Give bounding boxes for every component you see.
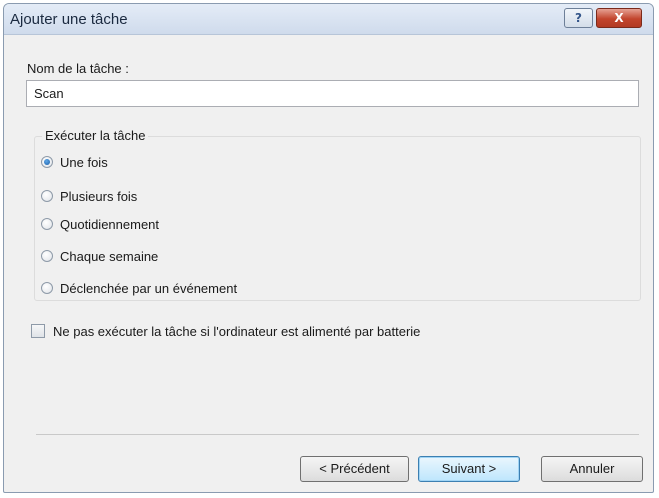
- battery-option[interactable]: Ne pas exécuter la tâche si l'ordinateur…: [31, 322, 420, 340]
- radio-button[interactable]: [41, 190, 53, 202]
- radio-weekly[interactable]: Chaque semaine: [41, 247, 158, 265]
- radio-label: Plusieurs fois: [60, 188, 138, 204]
- radio-once[interactable]: Une fois: [41, 153, 108, 171]
- radio-button[interactable]: [41, 282, 53, 294]
- previous-button[interactable]: < Précédent: [300, 456, 409, 482]
- title-bar[interactable]: Ajouter une tâche ? X: [4, 4, 653, 35]
- radio-button[interactable]: [41, 218, 53, 230]
- help-button[interactable]: ?: [564, 8, 593, 28]
- footer-separator: [36, 434, 639, 435]
- battery-option-label: Ne pas exécuter la tâche si l'ordinateur…: [53, 323, 421, 339]
- radio-label: Une fois: [60, 154, 108, 170]
- radio-label: Quotidiennement: [60, 216, 160, 232]
- radio-several-times[interactable]: Plusieurs fois: [41, 187, 137, 205]
- radio-event-triggered[interactable]: Déclenchée par un événement: [41, 279, 237, 297]
- battery-checkbox[interactable]: [31, 324, 45, 338]
- close-button[interactable]: X: [596, 8, 642, 28]
- radio-label: Déclenchée par un événement: [60, 280, 238, 296]
- dialog-title: Ajouter une tâche: [10, 11, 128, 28]
- radio-daily[interactable]: Quotidiennement: [41, 215, 159, 233]
- task-name-input[interactable]: [26, 80, 639, 107]
- radio-button[interactable]: [41, 156, 53, 168]
- task-name-label: Nom de la tâche :: [27, 61, 129, 76]
- radio-button[interactable]: [41, 250, 53, 262]
- radio-label: Chaque semaine: [60, 248, 159, 264]
- next-button[interactable]: Suivant >: [418, 456, 520, 482]
- cancel-button[interactable]: Annuler: [541, 456, 643, 482]
- run-task-legend: Exécuter la tâche: [42, 128, 149, 143]
- add-task-dialog: Ajouter une tâche ? X Nom de la tâche : …: [3, 3, 654, 493]
